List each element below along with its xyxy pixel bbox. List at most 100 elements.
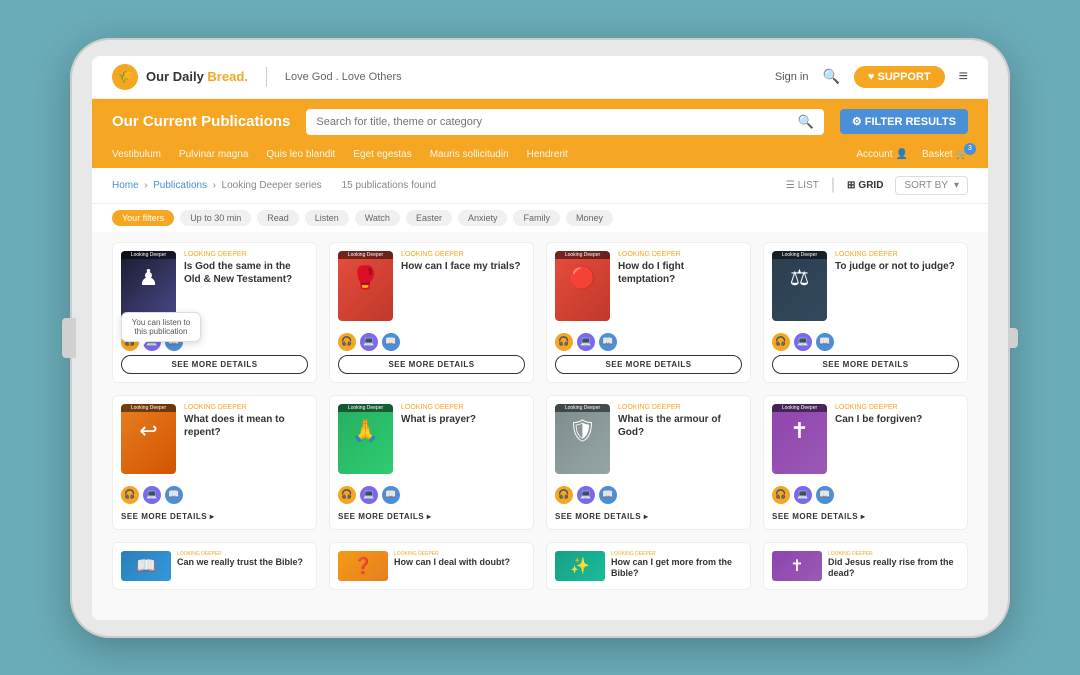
chip-money[interactable]: Money <box>566 210 613 226</box>
card-9-thumb: 📖 <box>121 551 171 581</box>
card-10-info: Looking Deeper How can I deal with doubt… <box>394 551 510 581</box>
basket-label: Basket <box>922 149 953 160</box>
card-1: Looking Deeper ♟ Looking Deeper Is God t… <box>112 242 317 383</box>
card-5-video-icon[interactable]: 💻 <box>143 486 161 504</box>
chip-30min[interactable]: Up to 30 min <box>180 210 251 226</box>
card-2: Looking Deeper 🥊 Looking Deeper How can … <box>329 242 534 383</box>
card-6-info: Looking Deeper What is prayer? <box>401 404 525 474</box>
card-4-read-icon[interactable]: 📖 <box>816 333 834 351</box>
nav-item-pulvinar[interactable]: Pulvinar magna <box>179 149 248 160</box>
nav-item-hendrerit[interactable]: Hendrerit <box>527 149 568 160</box>
card-7-icons: 🎧 💻 📖 <box>547 482 750 508</box>
card-5-details-button[interactable]: SEE MORE DETAILS <box>113 508 316 529</box>
chip-your-filters[interactable]: Your filters <box>112 210 174 226</box>
basket-badge: 3 <box>964 143 976 155</box>
list-view-label: LIST <box>798 180 819 191</box>
card-6-icons: 🎧 💻 📖 <box>330 482 533 508</box>
card-3-video-icon[interactable]: 💻 <box>577 333 595 351</box>
yellow-bar: Our Current Publications 🔍 ⚙ FILTER RESU… <box>92 99 988 145</box>
card-3-icons: 🎧 💻 📖 <box>547 329 750 355</box>
card-4-video-icon[interactable]: 💻 <box>794 333 812 351</box>
search-input[interactable] <box>316 116 791 128</box>
card-7-info: Looking Deeper What is the armour of God… <box>618 404 742 474</box>
nav-item-eget[interactable]: Eget egestas <box>353 149 411 160</box>
card-4-details-button[interactable]: SEE MORE DETAILS <box>772 355 959 374</box>
cards-row-3: 📖 Looking Deeper Can we really trust the… <box>112 542 968 590</box>
card-8-details-button[interactable]: SEE MORE DETAILS <box>764 508 967 529</box>
card-6-details-button[interactable]: SEE MORE DETAILS <box>330 508 533 529</box>
card-11-info: Looking Deeper How can I get more from t… <box>611 551 742 581</box>
card-10-inner: ❓ Looking Deeper How can I deal with dou… <box>330 543 533 589</box>
filter-button[interactable]: ⚙ FILTER RESULTS <box>840 109 968 134</box>
basket-link[interactable]: Basket 🛒 3 <box>922 149 968 160</box>
chip-read[interactable]: Read <box>257 210 299 226</box>
search-icon[interactable]: 🔍 <box>822 68 839 85</box>
card-2-series-tag: Looking Deeper <box>338 251 393 259</box>
card-10: ❓ Looking Deeper How can I deal with dou… <box>329 542 534 590</box>
nav-item-quis[interactable]: Quis leo blandit <box>266 149 335 160</box>
card-7-series-tag: Looking Deeper <box>555 404 610 412</box>
support-button[interactable]: ♥ SUPPORT <box>854 66 945 88</box>
list-view-button[interactable]: ☰ LIST <box>786 180 819 191</box>
card-5-info: Looking Deeper What does it mean to repe… <box>184 404 308 474</box>
account-link[interactable]: Account 👤 <box>856 149 908 160</box>
card-8-title: Can I be forgiven? <box>835 413 959 426</box>
search-submit-icon[interactable]: 🔍 <box>798 114 814 130</box>
card-2-read-icon[interactable]: 📖 <box>382 333 400 351</box>
card-3-series: Looking Deeper <box>618 251 742 258</box>
card-2-icons: 🎧 💻 📖 <box>330 329 533 355</box>
card-8-read-icon[interactable]: 📖 <box>816 486 834 504</box>
card-6-read-icon[interactable]: 📖 <box>382 486 400 504</box>
tablet-side-button-right <box>1008 328 1018 348</box>
logo-text: Our Daily Bread. <box>146 69 248 84</box>
card-7-read-icon[interactable]: 📖 <box>599 486 617 504</box>
card-1-details-button[interactable]: SEE MORE DETAILS <box>121 355 308 374</box>
card-5-title: What does it mean to repent? <box>184 413 308 439</box>
chip-easter[interactable]: Easter <box>406 210 452 226</box>
card-7-details-button[interactable]: SEE MORE DETAILS <box>547 508 750 529</box>
chip-family[interactable]: Family <box>513 210 560 226</box>
card-6-audio-icon[interactable]: 🎧 <box>338 486 356 504</box>
card-12-info: Looking Deeper Did Jesus really rise fro… <box>828 551 959 581</box>
card-1-thumb: Looking Deeper ♟ <box>121 251 176 321</box>
card-12-thumb: ✝ <box>772 551 822 581</box>
card-6-video-icon[interactable]: 💻 <box>360 486 378 504</box>
sign-in-link[interactable]: Sign in <box>775 71 809 83</box>
nav-item-vestibulum[interactable]: Vestibulum <box>112 149 161 160</box>
card-2-series: Looking Deeper <box>401 251 525 258</box>
card-5-audio-icon[interactable]: 🎧 <box>121 486 139 504</box>
card-3-details-button[interactable]: SEE MORE DETAILS <box>555 355 742 374</box>
card-4-series-tag: Looking Deeper <box>772 251 827 259</box>
card-7-video-icon[interactable]: 💻 <box>577 486 595 504</box>
grid-view-button[interactable]: ⊞ GRID <box>847 180 883 191</box>
logo-icon: 🌾 <box>112 64 138 90</box>
chip-listen[interactable]: Listen <box>305 210 349 226</box>
card-8-series-tag: Looking Deeper <box>772 404 827 412</box>
card-1-title: Is God the same in the Old & New Testame… <box>184 260 308 286</box>
card-2-video-icon[interactable]: 💻 <box>360 333 378 351</box>
card-8-video-icon[interactable]: 💻 <box>794 486 812 504</box>
card-2-info: Looking Deeper How can I face my trials? <box>401 251 525 321</box>
breadcrumb-publications[interactable]: Publications <box>153 180 207 191</box>
chips-row: Your filters Up to 30 min Read Listen Wa… <box>92 204 988 232</box>
card-2-details-button[interactable]: SEE MORE DETAILS <box>338 355 525 374</box>
card-3-read-icon[interactable]: 📖 <box>599 333 617 351</box>
chip-anxiety[interactable]: Anxiety <box>458 210 508 226</box>
card-6-thumb: Looking Deeper 🙏 <box>338 404 393 474</box>
sort-dropdown[interactable]: SORT BY ▾ <box>895 176 968 195</box>
card-3-audio-icon[interactable]: 🎧 <box>555 333 573 351</box>
card-5-series-tag: Looking Deeper <box>121 404 176 412</box>
card-7-audio-icon[interactable]: 🎧 <box>555 486 573 504</box>
card-7-thumb: Looking Deeper 🛡 <box>555 404 610 474</box>
card-9-title: Can we really trust the Bible? <box>177 557 303 569</box>
hamburger-icon[interactable]: ≡ <box>959 68 968 86</box>
card-8-audio-icon[interactable]: 🎧 <box>772 486 790 504</box>
nav-item-mauris[interactable]: Mauris sollicitudin <box>430 149 509 160</box>
card-2-title: How can I face my trials? <box>401 260 525 273</box>
card-4-audio-icon[interactable]: 🎧 <box>772 333 790 351</box>
card-1-series: Looking Deeper <box>184 251 308 258</box>
breadcrumb-home[interactable]: Home <box>112 180 139 191</box>
card-5-read-icon[interactable]: 📖 <box>165 486 183 504</box>
chip-watch[interactable]: Watch <box>355 210 400 226</box>
card-2-audio-icon[interactable]: 🎧 <box>338 333 356 351</box>
